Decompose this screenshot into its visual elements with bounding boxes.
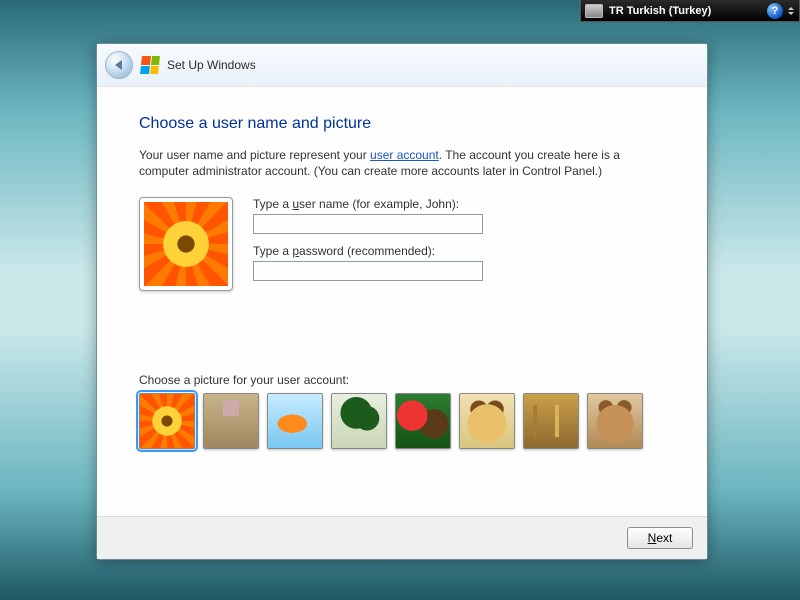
password-input[interactable] [253,261,483,281]
windows-logo-icon [140,56,160,74]
page-heading: Choose a user name and picture [139,115,665,133]
picture-picker-label: Choose a picture for your user account: [139,373,665,387]
language-bar-options[interactable] [787,7,795,15]
picture-picker [139,393,665,449]
intro-text: Your user name and picture represent you… [139,147,665,179]
username-input[interactable] [253,214,483,234]
password-label: Type a password (recommended): [253,244,665,258]
avatar-option-bonsai[interactable] [331,393,387,449]
selected-avatar-preview [139,197,233,291]
user-account-link[interactable]: user account [370,148,439,162]
language-bar[interactable]: TR Turkish (Turkey) ? [580,0,800,22]
titlebar: Set Up Windows [97,44,707,87]
avatar-option-puppy[interactable] [459,393,515,449]
keyboard-icon [585,4,603,18]
window-title: Set Up Windows [167,58,256,72]
footer-bar: Next [97,516,707,559]
avatar-option-flower[interactable] [139,393,195,449]
content-area: Choose a user name and picture Your user… [97,87,707,516]
avatar-option-robot[interactable] [203,393,259,449]
language-label[interactable]: TR Turkish (Turkey) [609,5,763,17]
avatar-option-balls[interactable] [395,393,451,449]
avatar-option-kitten[interactable] [587,393,643,449]
setup-window: Set Up Windows Choose a user name and pi… [96,43,708,560]
avatar-option-fish[interactable] [267,393,323,449]
next-button[interactable]: Next [627,527,693,549]
intro-text-before: Your user name and picture represent you… [139,148,370,162]
back-button[interactable] [105,51,133,79]
avatar-option-chess[interactable] [523,393,579,449]
help-icon[interactable]: ? [767,3,783,19]
username-label: Type a user name (for example, John): [253,197,665,211]
flower-icon [144,202,228,286]
